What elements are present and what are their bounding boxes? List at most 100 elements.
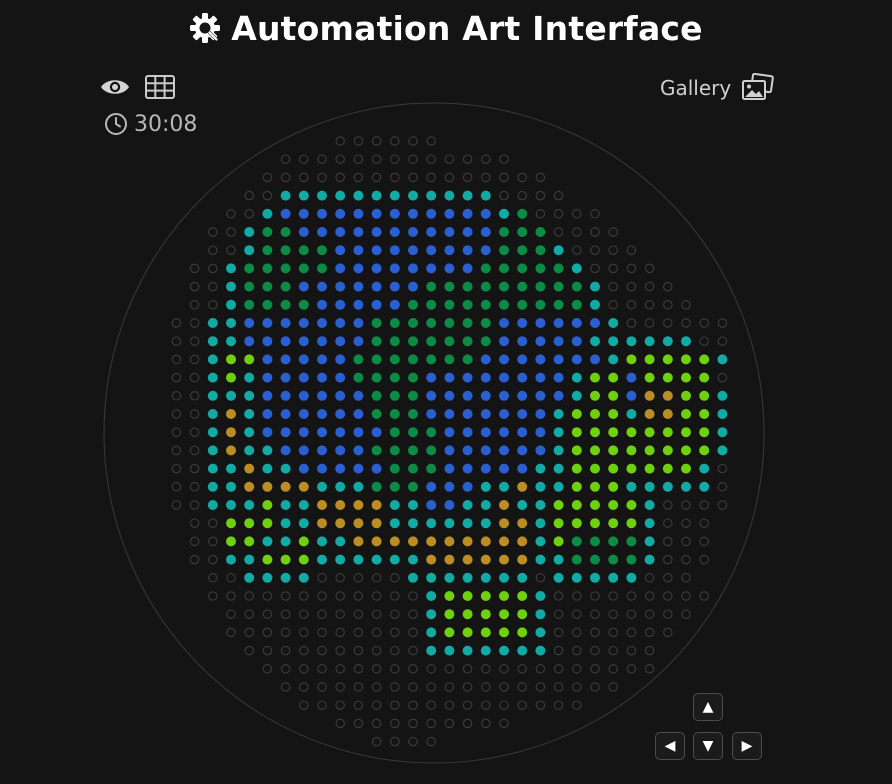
pixel[interactable] [517, 281, 528, 292]
pixel[interactable] [262, 518, 273, 529]
pixel[interactable] [444, 481, 455, 492]
pixel[interactable] [444, 609, 455, 620]
pixel[interactable] [590, 554, 600, 565]
pixel[interactable] [244, 572, 255, 583]
pixel[interactable] [590, 500, 600, 510]
pixel[interactable] [462, 190, 473, 201]
empty-pixel[interactable] [317, 664, 327, 674]
pixel[interactable] [462, 390, 473, 401]
empty-pixel[interactable] [681, 300, 691, 310]
pixel[interactable] [480, 263, 491, 274]
pixel[interactable] [444, 299, 455, 310]
pixel[interactable] [462, 500, 473, 510]
pixel[interactable] [499, 318, 509, 328]
pixel[interactable] [280, 427, 291, 438]
pixel[interactable] [608, 572, 619, 583]
pixel[interactable] [408, 445, 418, 456]
empty-pixel[interactable] [426, 664, 436, 674]
empty-pixel[interactable] [553, 664, 564, 674]
pixel[interactable] [644, 354, 655, 365]
empty-pixel[interactable] [590, 664, 600, 674]
empty-pixel[interactable] [644, 627, 655, 638]
empty-pixel[interactable] [717, 482, 728, 492]
pixel[interactable] [317, 463, 327, 474]
empty-pixel[interactable] [481, 664, 491, 674]
empty-pixel[interactable] [390, 591, 400, 601]
pixel[interactable] [462, 609, 473, 620]
pixel[interactable] [207, 336, 218, 347]
pixel[interactable] [608, 390, 619, 401]
pixel[interactable] [480, 609, 491, 620]
empty-pixel[interactable] [299, 700, 309, 710]
empty-pixel[interactable] [353, 609, 364, 619]
empty-pixel[interactable] [517, 682, 527, 692]
pixel[interactable] [662, 481, 673, 492]
empty-pixel[interactable] [208, 573, 218, 583]
empty-pixel[interactable] [353, 591, 364, 601]
pixel[interactable] [462, 281, 473, 292]
empty-pixel[interactable] [408, 609, 418, 619]
pixel[interactable] [408, 354, 418, 365]
pixel[interactable] [699, 427, 710, 438]
empty-pixel[interactable] [335, 172, 345, 183]
empty-pixel[interactable] [462, 664, 473, 674]
pixel[interactable] [298, 318, 309, 328]
pixel[interactable] [480, 518, 491, 529]
empty-pixel[interactable] [663, 536, 673, 547]
pixel[interactable] [535, 445, 546, 456]
pixel[interactable] [480, 427, 491, 438]
empty-pixel[interactable] [699, 591, 709, 601]
pixel[interactable] [353, 518, 364, 529]
empty-pixel[interactable] [280, 154, 291, 164]
pixel[interactable] [371, 390, 382, 401]
empty-pixel[interactable] [426, 136, 436, 146]
empty-pixel[interactable] [717, 372, 728, 383]
empty-pixel[interactable] [663, 300, 673, 310]
pixel[interactable] [553, 299, 564, 310]
empty-pixel[interactable] [553, 227, 564, 237]
pixel[interactable] [444, 354, 455, 365]
empty-pixel[interactable] [426, 718, 436, 729]
empty-pixel[interactable] [335, 136, 345, 146]
empty-pixel[interactable] [317, 627, 327, 638]
pixel[interactable] [389, 481, 400, 492]
empty-pixel[interactable] [590, 263, 600, 274]
pixel[interactable] [517, 554, 528, 565]
pixel[interactable] [226, 445, 236, 456]
empty-pixel[interactable] [644, 318, 655, 328]
empty-pixel[interactable] [280, 682, 291, 692]
empty-pixel[interactable] [390, 664, 400, 674]
pixel[interactable] [371, 554, 382, 565]
empty-pixel[interactable] [644, 263, 655, 274]
empty-pixel[interactable] [663, 627, 673, 638]
empty-pixel[interactable] [590, 227, 600, 237]
empty-pixel[interactable] [189, 518, 200, 528]
pixel[interactable] [608, 372, 619, 383]
pixel[interactable] [644, 336, 655, 347]
pixel[interactable] [244, 281, 255, 292]
pixel[interactable] [571, 427, 582, 438]
pixel[interactable] [480, 500, 491, 510]
empty-pixel[interactable] [535, 573, 546, 583]
pixel[interactable] [626, 463, 637, 474]
empty-pixel[interactable] [208, 554, 218, 565]
pixel[interactable] [499, 627, 509, 638]
empty-pixel[interactable] [262, 172, 273, 183]
pixel[interactable] [335, 554, 346, 565]
empty-pixel[interactable] [317, 573, 327, 583]
pixel[interactable] [298, 245, 309, 256]
pixel[interactable] [280, 572, 291, 583]
pixel[interactable] [535, 645, 546, 656]
pixel[interactable] [480, 481, 491, 492]
pixel[interactable] [626, 572, 637, 583]
pixel[interactable] [535, 591, 546, 601]
empty-pixel[interactable] [335, 718, 345, 729]
move-left-button[interactable]: ◀ [655, 732, 685, 760]
empty-pixel[interactable] [626, 263, 637, 274]
empty-pixel[interactable] [553, 609, 564, 619]
pixel[interactable] [244, 409, 255, 419]
pixel[interactable] [244, 245, 255, 256]
empty-pixel[interactable] [608, 245, 618, 255]
pixel[interactable] [608, 500, 619, 510]
empty-pixel[interactable] [299, 627, 309, 638]
